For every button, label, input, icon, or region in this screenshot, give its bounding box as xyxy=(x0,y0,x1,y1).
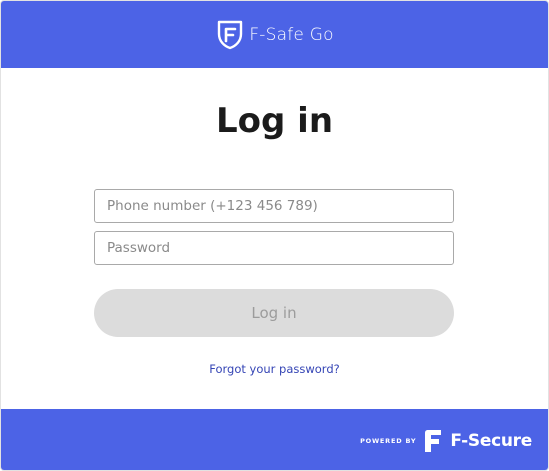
password-input[interactable] xyxy=(94,231,454,265)
header-bar: F-Safe Go xyxy=(1,1,548,68)
f-secure-logo-icon xyxy=(425,430,442,452)
page-title: Log in xyxy=(215,101,334,141)
brand: F-Safe Go xyxy=(217,20,333,50)
powered-by: POWERED BY F-Secure xyxy=(360,429,532,453)
powered-by-label: POWERED BY xyxy=(360,437,417,445)
login-button[interactable]: Log in xyxy=(94,289,454,337)
shield-f-icon xyxy=(218,20,243,49)
footer-bar: POWERED BY F-Secure xyxy=(1,409,548,470)
phone-number-input[interactable] xyxy=(94,189,454,223)
login-window: F-Safe Go Log in Log in Forgot your pass… xyxy=(0,0,549,471)
forgot-password-link[interactable]: Forgot your password? xyxy=(1,362,548,376)
company-name: F-Secure xyxy=(450,431,532,451)
brand-name: F-Safe Go xyxy=(249,24,334,45)
